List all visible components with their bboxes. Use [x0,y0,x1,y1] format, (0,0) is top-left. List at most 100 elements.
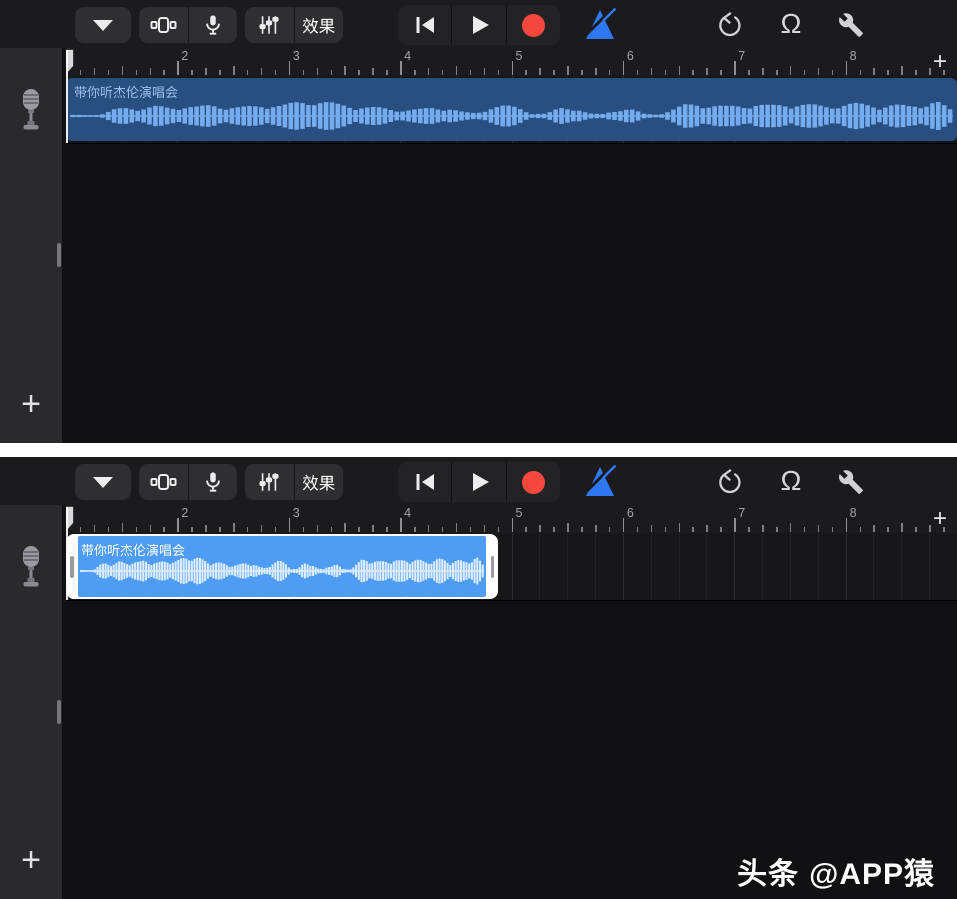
garageband-screen-before: 效果 [0,0,957,443]
add-track-button[interactable]: + [0,387,62,421]
ruler-tick [344,523,346,532]
ruler-tick [748,70,750,75]
record-button[interactable] [506,5,560,45]
add-track-button[interactable]: + [0,843,62,877]
ruler-tick [205,68,207,75]
ruler-tick [539,525,541,532]
settings-button[interactable] [834,466,868,498]
sliders-icon [258,14,280,36]
time-ruler[interactable]: 2345678 + [66,48,957,76]
trim-handle-left[interactable] [70,556,74,578]
track-controls-button[interactable] [75,7,131,43]
ruler-tick [692,527,694,532]
playhead-line [66,507,68,600]
view-switch-group [139,464,237,500]
tracks-view-button[interactable] [139,464,188,500]
ruler-tick [414,527,416,532]
loop-browser-button[interactable]: Ω [773,462,809,500]
tracks-view-button[interactable] [139,7,188,43]
undo-icon [716,12,743,39]
ruler-tick [776,527,778,532]
beat-gridline [539,533,540,600]
ruler-tick [386,527,388,532]
zoom-in-button[interactable]: + [933,48,947,76]
ruler-tick [581,527,583,532]
ruler-tick [456,523,458,532]
track-lane[interactable]: 带你听杰伦演唱会 [66,533,957,601]
metronome-icon [583,465,617,499]
audio-region-selected[interactable]: 带你听杰伦演唱会 [66,534,498,599]
ruler-tick [901,66,903,75]
track-resize-handle[interactable] [57,243,61,267]
bar-number: 6 [627,49,634,63]
audio-region[interactable]: 带你听杰伦演唱会 [66,78,957,141]
ruler-tick [247,527,249,532]
beat-gridline [706,533,707,600]
time-ruler[interactable]: 2345678 + [66,505,957,533]
beat-gridline [734,533,735,600]
ruler-tick [665,70,667,75]
playhead-line [66,50,68,143]
ruler-tick [915,527,917,532]
settings-button[interactable] [834,9,868,41]
ruler-tick [901,523,903,532]
effects-button[interactable]: 效果 [294,464,344,500]
rewind-button[interactable] [398,462,451,502]
ruler-tick [484,525,486,532]
ruler-tick [414,70,416,75]
ruler-tick [706,68,708,75]
ruler-tick [108,527,110,532]
ruler-tick [331,527,333,532]
play-button[interactable] [451,5,505,45]
ruler-tick [679,523,681,532]
track-lane[interactable]: 带你听杰伦演唱会 [66,76,957,144]
ruler-tick [539,68,541,75]
instrument-button[interactable] [188,7,238,43]
arrangement-area: 2345678 + 带你听杰伦演唱会 [66,48,957,443]
bar-line [177,518,179,532]
track-controls-button[interactable] [75,464,131,500]
ruler-tick [651,68,653,75]
beat-gridline [929,533,930,600]
watermark: 头条@APP猿 [737,849,935,893]
ruler-tick [790,523,792,532]
play-button[interactable] [451,462,505,502]
ruler-tick [720,70,722,75]
rewind-button[interactable] [398,5,451,45]
track-resize-handle[interactable] [57,700,61,724]
record-button[interactable] [506,462,560,502]
bar-line [623,61,625,75]
metronome-button[interactable] [581,464,619,500]
effects-button[interactable]: 效果 [294,7,344,43]
ruler-tick [303,527,305,532]
trim-handle-right[interactable] [491,556,495,578]
ruler-tick [873,68,875,75]
ruler-tick [832,527,834,532]
mixer-button[interactable] [245,464,294,500]
zoom-in-button[interactable]: + [933,505,947,533]
ruler-tick [219,527,221,532]
metronome-button[interactable] [581,7,619,43]
ruler-tick [790,66,792,75]
ruler-tick [887,527,889,532]
undo-icon [716,469,743,496]
vintage-microphone-icon [16,544,46,590]
undo-button[interactable] [712,466,746,498]
ruler-tick [609,70,611,75]
ruler-tick [344,66,346,75]
track-header-sidebar: + [0,48,62,443]
audio-recorder-track-button[interactable] [0,76,62,143]
ruler-tick [150,68,152,75]
mixer-button[interactable] [245,7,294,43]
loop-browser-button[interactable]: Ω [773,5,809,43]
ruler-tick [567,523,569,532]
audio-recorder-track-button[interactable] [0,533,62,600]
ruler-tick [163,70,165,75]
instrument-button[interactable] [188,464,238,500]
ruler-tick [595,525,597,532]
ruler-tick [386,70,388,75]
rewind-icon [413,471,437,493]
undo-button[interactable] [712,9,746,41]
wrench-icon [838,469,864,495]
bar-number: 5 [516,506,523,520]
